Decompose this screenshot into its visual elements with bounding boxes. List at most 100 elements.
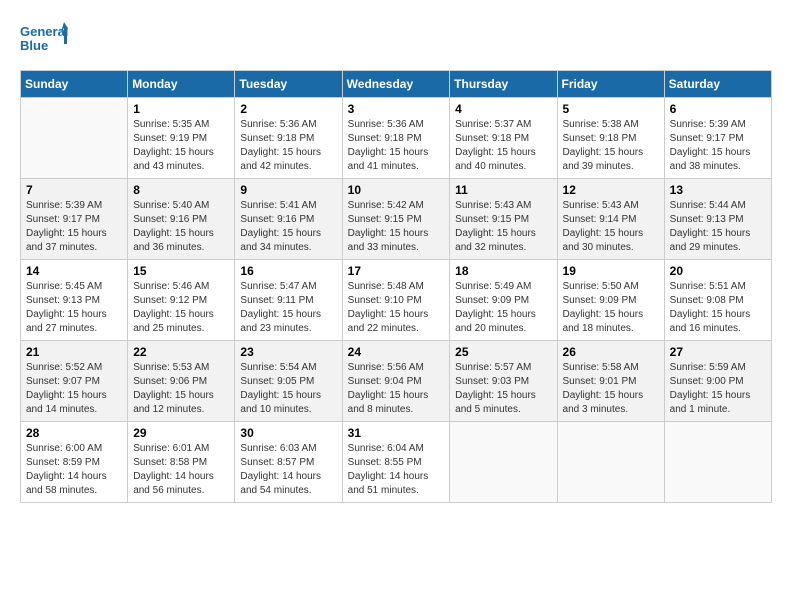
- calendar-cell: 20Sunrise: 5:51 AMSunset: 9:08 PMDayligh…: [664, 260, 771, 341]
- calendar-week-row: 28 Sunrise: 6:00 AMSunset: 8:59 PMDayligh…: [21, 422, 772, 503]
- calendar-cell: [557, 422, 664, 503]
- day-info: Sunrise: 5:36 AMSunset: 9:18 PMDaylight:…: [240, 118, 336, 174]
- calendar-cell: 22Sunrise: 5:53 AMSunset: 9:06 PMDayligh…: [128, 341, 235, 422]
- calendar-cell: 21 Sunrise: 5:52 AMSunset: 9:07 PMDayligh…: [21, 341, 128, 422]
- day-info: Sunrise: 6:04 AMSunset: 8:55 PMDaylight:…: [348, 442, 445, 498]
- day-number: 26: [563, 345, 659, 359]
- day-number: 7: [26, 183, 122, 197]
- calendar-cell: 5Sunrise: 5:38 AMSunset: 9:18 PMDaylight…: [557, 98, 664, 179]
- day-number: 15: [133, 264, 229, 278]
- day-number: 21: [26, 345, 122, 359]
- day-info: Sunrise: 5:44 AMSunset: 9:13 PMDaylight:…: [670, 199, 766, 255]
- calendar-cell: 23 Sunrise: 5:54 AMSunset: 9:05 PMDayligh…: [235, 341, 342, 422]
- calendar-cell: 28 Sunrise: 6:00 AMSunset: 8:59 PMDayligh…: [21, 422, 128, 503]
- calendar-cell: 11 Sunrise: 5:43 AMSunset: 9:15 PMDayligh…: [450, 179, 557, 260]
- day-number: 27: [670, 345, 766, 359]
- day-info: Sunrise: 5:54 AMSunset: 9:05 PMDaylight:…: [240, 361, 336, 417]
- svg-text:General: General: [20, 24, 68, 39]
- calendar-week-row: 1 Sunrise: 5:35 AMSunset: 9:19 PMDaylight…: [21, 98, 772, 179]
- day-number: 17: [348, 264, 445, 278]
- day-number: 13: [670, 183, 766, 197]
- day-info: Sunrise: 5:36 AMSunset: 9:18 PMDaylight:…: [348, 118, 445, 174]
- day-number: 30: [240, 426, 336, 440]
- weekday-header: Friday: [557, 71, 664, 98]
- calendar-cell: 19 Sunrise: 5:50 AMSunset: 9:09 PMDayligh…: [557, 260, 664, 341]
- day-number: 9: [240, 183, 336, 197]
- calendar-cell: 18Sunrise: 5:49 AMSunset: 9:09 PMDayligh…: [450, 260, 557, 341]
- day-info: Sunrise: 5:42 AMSunset: 9:15 PMDaylight:…: [348, 199, 445, 255]
- calendar-cell: 17 Sunrise: 5:48 AMSunset: 9:10 PMDayligh…: [342, 260, 450, 341]
- calendar-cell: 26 Sunrise: 5:58 AMSunset: 9:01 PMDayligh…: [557, 341, 664, 422]
- weekday-header: Thursday: [450, 71, 557, 98]
- calendar-cell: 29 Sunrise: 6:01 AMSunset: 8:58 PMDayligh…: [128, 422, 235, 503]
- day-number: 31: [348, 426, 445, 440]
- day-number: 10: [348, 183, 445, 197]
- day-number: 2: [240, 102, 336, 116]
- day-info: Sunrise: 5:48 AMSunset: 9:10 PMDaylight:…: [348, 280, 445, 336]
- calendar-cell: 2 Sunrise: 5:36 AMSunset: 9:18 PMDaylight…: [235, 98, 342, 179]
- weekday-header: Sunday: [21, 71, 128, 98]
- calendar-cell: [664, 422, 771, 503]
- svg-text:Blue: Blue: [20, 38, 48, 53]
- calendar-header-row: SundayMondayTuesdayWednesdayThursdayFrid…: [21, 71, 772, 98]
- day-info: Sunrise: 5:39 AMSunset: 9:17 PMDaylight:…: [670, 118, 766, 174]
- day-info: Sunrise: 5:37 AMSunset: 9:18 PMDaylight:…: [455, 118, 551, 174]
- day-number: 5: [563, 102, 659, 116]
- day-number: 29: [133, 426, 229, 440]
- day-number: 24: [348, 345, 445, 359]
- calendar-table: SundayMondayTuesdayWednesdayThursdayFrid…: [20, 70, 772, 503]
- calendar-cell: 15 Sunrise: 5:46 AMSunset: 9:12 PMDayligh…: [128, 260, 235, 341]
- day-info: Sunrise: 5:40 AMSunset: 9:16 PMDaylight:…: [133, 199, 229, 255]
- calendar-cell: 9 Sunrise: 5:41 AMSunset: 9:16 PMDaylight…: [235, 179, 342, 260]
- day-info: Sunrise: 5:46 AMSunset: 9:12 PMDaylight:…: [133, 280, 229, 336]
- calendar-cell: 3 Sunrise: 5:36 AMSunset: 9:18 PMDaylight…: [342, 98, 450, 179]
- day-number: 1: [133, 102, 229, 116]
- day-info: Sunrise: 6:01 AMSunset: 8:58 PMDaylight:…: [133, 442, 229, 498]
- day-number: 23: [240, 345, 336, 359]
- day-number: 20: [670, 264, 766, 278]
- day-number: 19: [563, 264, 659, 278]
- day-info: Sunrise: 5:50 AMSunset: 9:09 PMDaylight:…: [563, 280, 659, 336]
- day-info: Sunrise: 5:59 AMSunset: 9:00 PMDaylight:…: [670, 361, 766, 417]
- day-number: 14: [26, 264, 122, 278]
- day-number: 3: [348, 102, 445, 116]
- day-info: Sunrise: 5:52 AMSunset: 9:07 PMDaylight:…: [26, 361, 122, 417]
- page-header: General Blue: [20, 20, 772, 60]
- logo-svg: General Blue: [20, 20, 68, 60]
- calendar-week-row: 7 Sunrise: 5:39 AMSunset: 9:17 PMDaylight…: [21, 179, 772, 260]
- day-number: 25: [455, 345, 551, 359]
- calendar-cell: 8 Sunrise: 5:40 AMSunset: 9:16 PMDaylight…: [128, 179, 235, 260]
- day-info: Sunrise: 5:58 AMSunset: 9:01 PMDaylight:…: [563, 361, 659, 417]
- day-number: 22: [133, 345, 229, 359]
- day-info: Sunrise: 5:49 AMSunset: 9:09 PMDaylight:…: [455, 280, 551, 336]
- day-info: Sunrise: 5:35 AMSunset: 9:19 PMDaylight:…: [133, 118, 229, 174]
- calendar-cell: 14 Sunrise: 5:45 AMSunset: 9:13 PMDayligh…: [21, 260, 128, 341]
- calendar-cell: [21, 98, 128, 179]
- calendar-cell: 13 Sunrise: 5:44 AMSunset: 9:13 PMDayligh…: [664, 179, 771, 260]
- calendar-cell: 25 Sunrise: 5:57 AMSunset: 9:03 PMDayligh…: [450, 341, 557, 422]
- calendar-cell: 4 Sunrise: 5:37 AMSunset: 9:18 PMDaylight…: [450, 98, 557, 179]
- day-info: Sunrise: 5:39 AMSunset: 9:17 PMDaylight:…: [26, 199, 122, 255]
- day-info: Sunrise: 5:45 AMSunset: 9:13 PMDaylight:…: [26, 280, 122, 336]
- calendar-cell: 30 Sunrise: 6:03 AMSunset: 8:57 PMDayligh…: [235, 422, 342, 503]
- day-info: Sunrise: 5:57 AMSunset: 9:03 PMDaylight:…: [455, 361, 551, 417]
- day-info: Sunrise: 5:43 AMSunset: 9:15 PMDaylight:…: [455, 199, 551, 255]
- weekday-header: Monday: [128, 71, 235, 98]
- calendar-week-row: 14 Sunrise: 5:45 AMSunset: 9:13 PMDayligh…: [21, 260, 772, 341]
- calendar-cell: 6 Sunrise: 5:39 AMSunset: 9:17 PMDaylight…: [664, 98, 771, 179]
- day-number: 8: [133, 183, 229, 197]
- calendar-cell: 31 Sunrise: 6:04 AMSunset: 8:55 PMDayligh…: [342, 422, 450, 503]
- weekday-header: Tuesday: [235, 71, 342, 98]
- day-number: 28: [26, 426, 122, 440]
- day-number: 4: [455, 102, 551, 116]
- calendar-week-row: 21 Sunrise: 5:52 AMSunset: 9:07 PMDayligh…: [21, 341, 772, 422]
- day-number: 11: [455, 183, 551, 197]
- day-info: Sunrise: 6:03 AMSunset: 8:57 PMDaylight:…: [240, 442, 336, 498]
- day-number: 12: [563, 183, 659, 197]
- day-info: Sunrise: 6:00 AMSunset: 8:59 PMDaylight:…: [26, 442, 122, 498]
- day-info: Sunrise: 5:47 AMSunset: 9:11 PMDaylight:…: [240, 280, 336, 336]
- logo: General Blue: [20, 20, 68, 60]
- day-info: Sunrise: 5:41 AMSunset: 9:16 PMDaylight:…: [240, 199, 336, 255]
- calendar-cell: 16Sunrise: 5:47 AMSunset: 9:11 PMDayligh…: [235, 260, 342, 341]
- day-number: 6: [670, 102, 766, 116]
